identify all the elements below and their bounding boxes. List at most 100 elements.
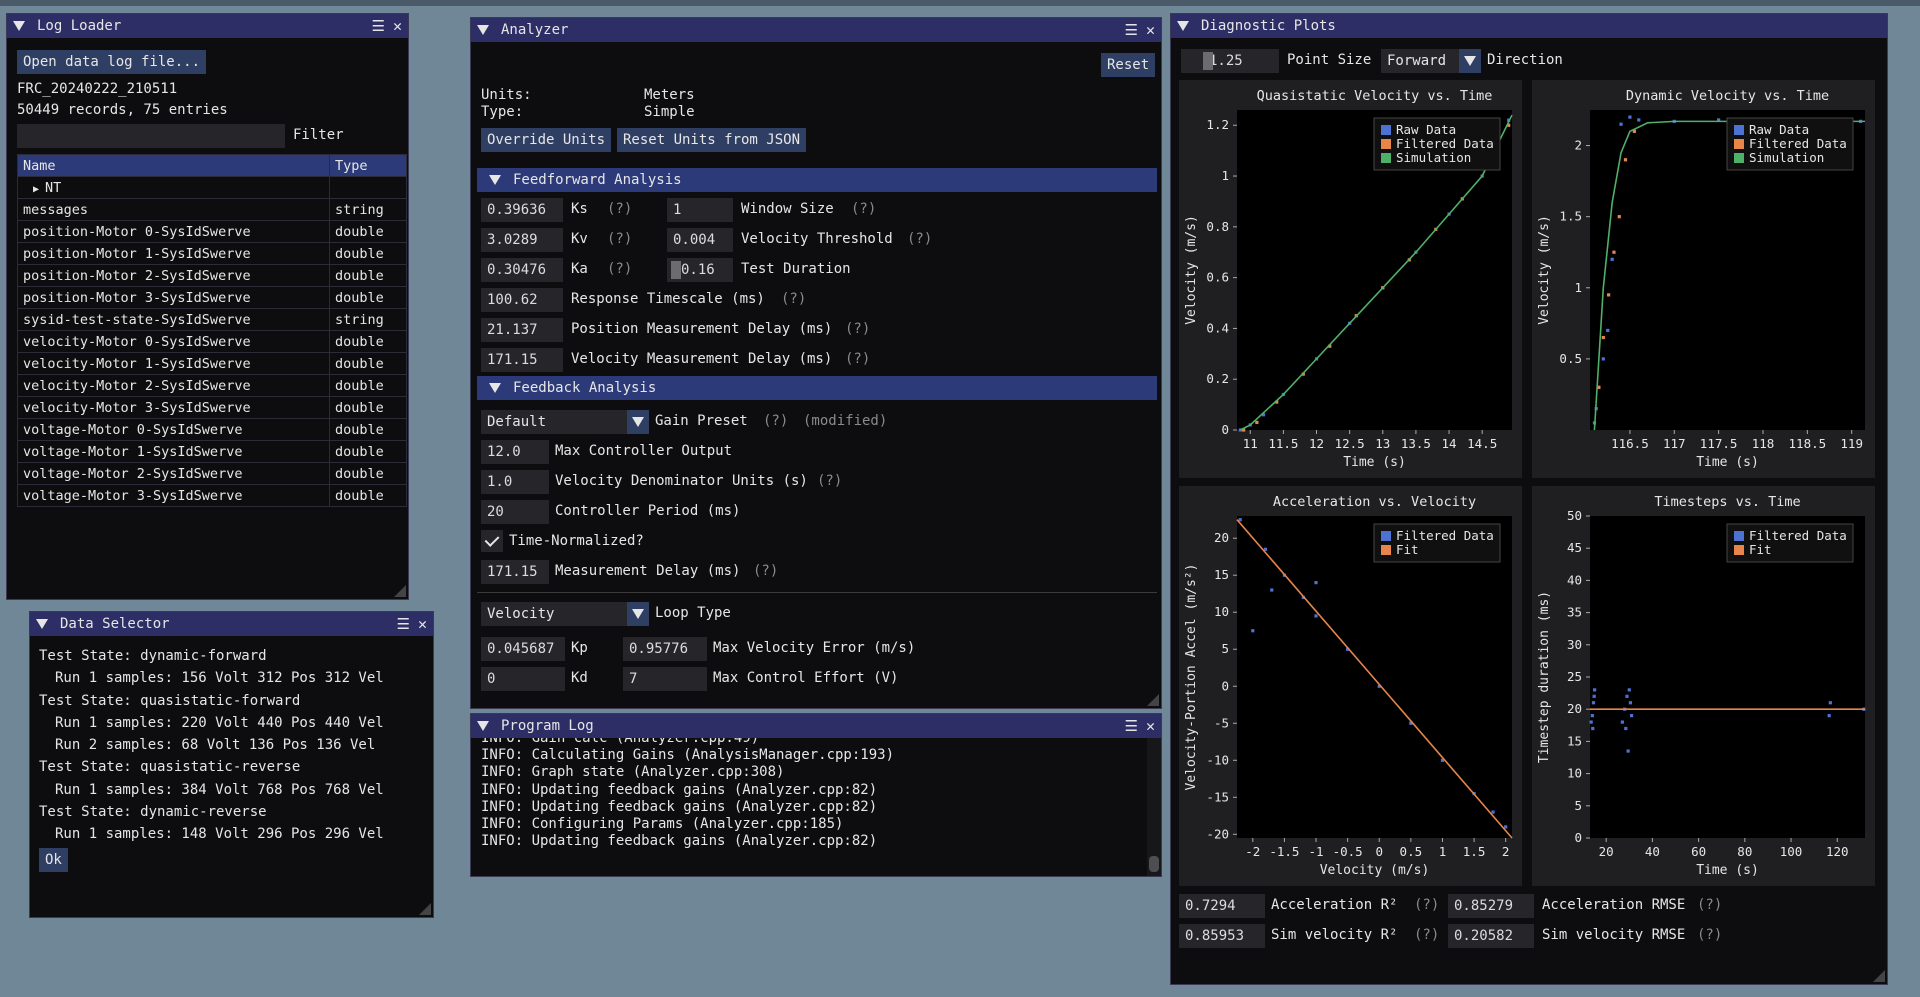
loop-type-combo[interactable]: Velocity [481,602,649,626]
column-header-name[interactable]: Name [17,154,330,177]
sim-rmse-help[interactable]: (?) [1697,927,1722,943]
close-icon[interactable]: ✕ [1146,21,1155,39]
ka-help[interactable]: (?) [607,261,632,277]
quasistatic-velocity-chart[interactable]: Quasistatic Velocity vs. Time 11 11.5 12 12.… [1179,80,1522,478]
kv-field[interactable]: 3.0289 [481,228,563,252]
table-row[interactable]: position-Motor 0-SysIdSwerve double [17,220,407,243]
velocity-threshold-help[interactable]: (?) [907,231,932,247]
window-size-field[interactable]: 1 [667,198,733,222]
slider-grab[interactable] [671,261,681,279]
accel-rmse-field[interactable]: 0.85279 [1448,894,1534,918]
collapse-triangle-icon[interactable] [477,721,489,731]
measurement-delay-field[interactable]: 171.15 [481,560,549,584]
reset-button[interactable]: Reset [1101,53,1156,77]
slider-grab[interactable] [1203,52,1213,70]
scrollbar-thumb[interactable] [1149,856,1159,872]
kv-help[interactable]: (?) [607,231,632,247]
table-row[interactable]: position-Motor 3-SysIdSwerve double [17,286,407,309]
window-size-help[interactable]: (?) [851,201,876,217]
close-icon[interactable]: ✕ [1146,717,1155,735]
velocity-delay-help[interactable]: (?) [845,351,870,367]
plot-quasistatic[interactable]: Quasistatic Velocity vs. Time 11 11.5 12 12.… [1179,80,1522,478]
resize-grip[interactable] [1147,694,1159,706]
open-log-file-button[interactable]: Open data log file... [17,50,207,74]
filter-input[interactable] [17,124,285,148]
table-row[interactable]: voltage-Motor 0-SysIdSwerve double [17,418,407,441]
run-samples-line[interactable]: Run 1 samples: 220 Volt 440 Pos 440 Vel [39,715,384,737]
table-row[interactable]: messages string [17,198,407,221]
plot-dynamic[interactable]: Dynamic Velocity vs. Time 116.5 117 117.5 11… [1532,80,1875,478]
close-icon[interactable]: ✕ [393,17,402,35]
chevron-down-icon[interactable] [1459,49,1481,73]
menu-icon[interactable]: ☰ [372,17,385,35]
table-row[interactable]: velocity-Motor 0-SysIdSwerve double [17,330,407,353]
column-header-type[interactable]: Type [329,154,407,177]
velocity-threshold-field[interactable]: 0.004 [667,228,733,252]
position-delay-help[interactable]: (?) [845,321,870,337]
collapse-triangle-icon[interactable] [13,21,25,31]
max-velocity-error-field[interactable]: 0.95776 [623,637,707,661]
point-size-slider[interactable]: 1.25 [1181,49,1279,73]
chevron-down-icon[interactable] [627,602,649,626]
ka-field[interactable]: 0.30476 [481,258,563,282]
velocity-delay-field[interactable]: 171.15 [481,348,563,372]
table-row[interactable]: velocity-Motor 2-SysIdSwerve double [17,374,407,397]
plot-area[interactable] [1590,516,1865,838]
feedforward-section-header[interactable]: Feedforward Analysis [477,168,1157,192]
response-timescale-field[interactable]: 100.62 [481,288,563,312]
accel-r2-help[interactable]: (?) [1414,897,1439,913]
close-icon[interactable]: ✕ [418,615,427,633]
table-row[interactable]: position-Motor 2-SysIdSwerve double [17,264,407,287]
resize-grip[interactable] [394,585,406,597]
log-loader-titlebar[interactable]: Log Loader ☰ ✕ [7,14,408,38]
program-log-titlebar[interactable]: Program Log ☰ ✕ [471,714,1161,738]
accel-r2-field[interactable]: 0.7294 [1179,894,1265,918]
table-row[interactable]: sysid-test-state-SysIdSwerve string [17,308,407,331]
sim-r2-field[interactable]: 0.85953 [1179,924,1265,948]
tree-expand-icon[interactable]: ▶ [33,184,45,195]
menu-icon[interactable]: ☰ [1125,717,1138,735]
dynamic-velocity-chart[interactable]: Dynamic Velocity vs. Time116.5 117 117.5 11… [1532,80,1875,478]
plot-timesteps[interactable]: Timesteps vs. Time 20 40 60 80 100 120 0 5 10 15 20… [1532,486,1875,886]
run-samples-line[interactable]: Run 1 samples: 156 Volt 312 Pos 312 Vel [39,670,384,692]
time-normalized-checkbox[interactable] [481,530,503,552]
gain-preset-help[interactable]: (?) [763,413,788,429]
collapse-triangle-icon[interactable] [36,619,48,629]
menu-icon[interactable]: ☰ [397,615,410,633]
table-row[interactable]: velocity-Motor 3-SysIdSwerve double [17,396,407,419]
plot-accel[interactable]: Acceleration vs. Velocity -2 -1.5 -1 -0.5 0 0.… [1179,486,1522,886]
ok-button[interactable]: Ok [39,848,68,872]
position-delay-field[interactable]: 21.137 [481,318,563,342]
velocity-denominator-help[interactable]: (?) [817,473,842,489]
table-row[interactable]: position-Motor 1-SysIdSwerve double [17,242,407,265]
accel-rmse-help[interactable]: (?) [1697,897,1722,913]
controller-period-field[interactable]: 20 [481,500,549,524]
log-scrollbar[interactable] [1147,738,1161,876]
menu-icon[interactable]: ☰ [1125,21,1138,39]
sim-rmse-field[interactable]: 0.20582 [1448,924,1534,948]
acceleration-velocity-chart[interactable]: Acceleration vs. Velocity -2 -1.5 -1 -0.5 0 0.… [1179,486,1522,886]
diagnostic-plots-titlebar[interactable]: Diagnostic Plots [1171,14,1887,38]
chevron-down-icon[interactable] [627,410,649,434]
override-units-button[interactable]: Override Units [481,128,612,152]
ks-field[interactable]: 0.39636 [481,198,563,222]
run-samples-line[interactable]: Run 1 samples: 384 Volt 768 Pos 768 Vel [39,782,384,804]
kp-field[interactable]: 0.045687 [481,637,565,661]
table-row[interactable]: voltage-Motor 3-SysIdSwerve double [17,484,407,507]
table-row[interactable]: ▶ NT [17,176,407,199]
velocity-denominator-field[interactable]: 1.0 [481,470,549,494]
test-duration-slider[interactable]: 0.16 [667,258,733,282]
run-samples-line[interactable]: Run 2 samples: 68 Volt 136 Pos 136 Vel [39,737,384,759]
collapse-triangle-icon[interactable] [489,383,501,393]
measurement-delay-help[interactable]: (?) [753,563,778,579]
analyzer-titlebar[interactable]: Analyzer ☰ ✕ [471,18,1161,42]
table-row[interactable]: velocity-Motor 1-SysIdSwerve double [17,352,407,375]
run-samples-line[interactable]: Run 1 samples: 148 Volt 296 Pos 296 Vel [39,826,384,848]
table-row[interactable]: voltage-Motor 1-SysIdSwerve double [17,440,407,463]
direction-combo[interactable]: Forward [1381,49,1481,73]
kd-field[interactable]: 0 [481,667,565,691]
sim-r2-help[interactable]: (?) [1414,927,1439,943]
log-scroll-area[interactable]: INFO: Gain calc (Analyzer.cpp:49) INFO: C… [471,738,1143,876]
timesteps-chart[interactable]: Timesteps vs. Time 20 40 60 80 100 120 0 5 10 15 20… [1532,486,1875,886]
data-selector-titlebar[interactable]: Data Selector ☰ ✕ [30,612,433,636]
